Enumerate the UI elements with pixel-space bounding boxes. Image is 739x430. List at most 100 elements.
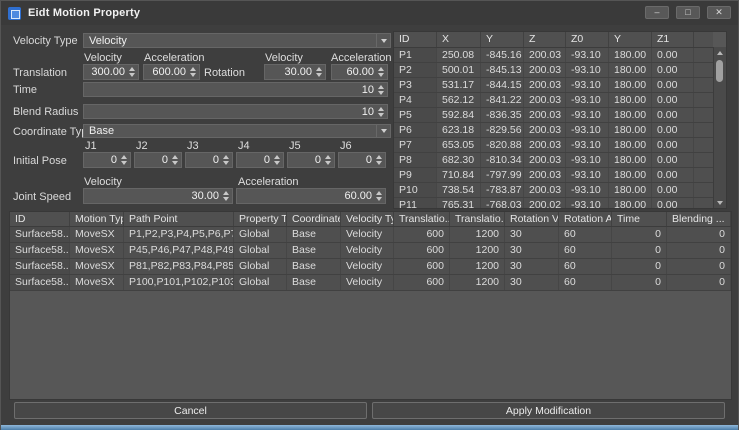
column-header[interactable]: Translatio... (450, 212, 505, 226)
column-header[interactable]: Time (612, 212, 667, 226)
spinner-arrows-icon[interactable] (324, 155, 334, 165)
table-cell: 600 (394, 227, 450, 242)
time-spinner[interactable]: 10 (83, 82, 388, 97)
column-header[interactable]: Path Point (124, 212, 234, 226)
table-row[interactable]: Surface58...MoveSXP1,P2,P3,P4,P5,P6,P7,P… (10, 227, 731, 243)
joint-j2-spinner[interactable]: 0 (134, 152, 182, 168)
velocity-type-select[interactable]: Velocity (83, 33, 391, 48)
table-row[interactable]: P4562.12-841.22200.03-93.10180.000.00 (394, 93, 713, 108)
scroll-up-icon[interactable] (714, 47, 726, 58)
column-header[interactable]: Translatio... (394, 212, 450, 226)
table-row[interactable]: P7653.05-820.88200.03-93.10180.000.00 (394, 138, 713, 153)
joint-speed-label: Joint Speed (13, 191, 71, 203)
joint-j2-value: 0 (135, 154, 171, 166)
coordinate-type-select[interactable]: Base (83, 124, 391, 138)
table-cell: MoveSX (70, 259, 124, 274)
rotation-velocity-spinner[interactable]: 30.00 (264, 64, 326, 80)
coordinate-type-label: Coordinate Type (13, 126, 94, 138)
table-row[interactable]: P5592.84-836.35200.03-93.10180.000.00 (394, 108, 713, 123)
spinner-arrows-icon[interactable] (377, 107, 387, 117)
table-row[interactable]: P2500.01-845.13200.03-93.10180.000.00 (394, 63, 713, 78)
maximize-button[interactable]: □ (676, 6, 700, 19)
joint-j6-spinner[interactable]: 0 (338, 152, 386, 168)
rotation-acceleration-spinner[interactable]: 60.00 (331, 64, 388, 80)
table-row[interactable]: P3531.17-844.15200.03-93.10180.000.00 (394, 78, 713, 93)
table-row[interactable]: P10738.54-783.87200.03-93.10180.000.00 (394, 183, 713, 198)
minimize-button[interactable]: – (645, 6, 669, 19)
spinner-arrows-icon[interactable] (171, 155, 181, 165)
table-row[interactable]: Surface58...MoveSXP45,P46,P47,P48,P49,P.… (10, 243, 731, 259)
column-header[interactable]: Motion Type (70, 212, 124, 226)
footer-actions: Cancel Apply Modification (14, 402, 725, 419)
column-header[interactable]: ID (394, 32, 437, 47)
table-cell: P81,P82,P83,P84,P85,P... (124, 259, 234, 274)
joint-j4-spinner[interactable]: 0 (236, 152, 284, 168)
spinner-arrows-icon[interactable] (128, 67, 138, 77)
joint-j5-spinner[interactable]: 0 (287, 152, 335, 168)
joint-speed-velocity-spinner[interactable]: 30.00 (83, 188, 233, 204)
table-row[interactable]: P8682.30-810.34200.03-93.10180.000.00 (394, 153, 713, 168)
column-header[interactable]: X (437, 32, 481, 47)
table-cell: 0.00 (652, 63, 694, 77)
rotation-velocity-value: 30.00 (265, 66, 315, 78)
velocity-type-label: Velocity Type (13, 35, 78, 47)
table-cell: 30 (505, 259, 559, 274)
spinner-arrows-icon[interactable] (315, 67, 325, 77)
spinner-arrows-icon[interactable] (375, 191, 385, 201)
column-header[interactable]: Y (481, 32, 524, 47)
translation-acceleration-spinner[interactable]: 600.00 (143, 64, 200, 80)
translation-velocity-spinner[interactable]: 300.00 (83, 64, 139, 80)
table-cell: 200.03 (524, 138, 566, 152)
column-header[interactable]: Velocity Ty... (341, 212, 394, 226)
scrollbar-thumb[interactable] (716, 60, 723, 82)
cancel-button[interactable]: Cancel (14, 402, 367, 419)
blend-radius-value: 10 (84, 106, 377, 118)
joint-speed-acceleration-spinner[interactable]: 60.00 (236, 188, 386, 204)
table-cell: -841.22 (481, 93, 524, 107)
vertical-scrollbar[interactable] (713, 47, 726, 208)
column-header[interactable]: Rotation V... (505, 212, 559, 226)
spinner-arrows-icon[interactable] (222, 155, 232, 165)
joint-j3-spinner[interactable]: 0 (185, 152, 233, 168)
spinner-arrows-icon[interactable] (377, 67, 387, 77)
table-cell: 600 (394, 243, 450, 258)
column-header[interactable]: Z0 (566, 32, 609, 47)
joint-j2-label: J2 (136, 140, 148, 152)
table-row[interactable]: Surface58...MoveSXP81,P82,P83,P84,P85,P.… (10, 259, 731, 275)
table-cell: 30 (505, 275, 559, 290)
column-header[interactable]: Z1 (652, 32, 694, 47)
column-header[interactable]: Y (609, 32, 652, 47)
translation-acceleration-value: 600.00 (144, 66, 189, 78)
table-cell: 180.00 (609, 48, 652, 62)
spinner-arrows-icon[interactable] (189, 67, 199, 77)
table-row[interactable]: P1250.08-845.16200.03-93.10180.000.00 (394, 48, 713, 63)
column-header[interactable]: Property T... (234, 212, 287, 226)
table-cell: 0 (612, 243, 667, 258)
table-cell: -93.10 (566, 93, 609, 107)
column-header[interactable]: Rotation A... (559, 212, 612, 226)
table-row[interactable]: P6623.18-829.56200.03-93.10180.000.00 (394, 123, 713, 138)
column-header[interactable]: Coordinate... (287, 212, 341, 226)
table-row[interactable]: Surface58...MoveSXP100,P101,P102,P103,..… (10, 275, 731, 291)
joint-j1-spinner[interactable]: 0 (83, 152, 131, 168)
column-header[interactable]: ID (10, 212, 70, 226)
column-header[interactable]: Z (524, 32, 566, 47)
time-label: Time (13, 84, 37, 96)
spinner-arrows-icon[interactable] (375, 155, 385, 165)
table-cell: P1 (394, 48, 437, 62)
spinner-arrows-icon[interactable] (273, 155, 283, 165)
close-button[interactable]: ✕ (707, 6, 731, 19)
table-cell: -797.99 (481, 168, 524, 182)
column-header[interactable]: Blending ... (667, 212, 731, 226)
spinner-arrows-icon[interactable] (222, 191, 232, 201)
table-row[interactable]: P11765.31-768.03200.02-93.10180.000.00 (394, 198, 713, 209)
joint-speed-velocity-value: 30.00 (84, 190, 222, 202)
table-row[interactable]: P9710.84-797.99200.03-93.10180.000.00 (394, 168, 713, 183)
spinner-arrows-icon[interactable] (377, 85, 387, 95)
apply-modification-button[interactable]: Apply Modification (372, 402, 725, 419)
table-cell: 0.00 (652, 198, 694, 209)
title-bar[interactable]: Eidt Motion Property – □ ✕ (1, 1, 738, 25)
scroll-down-icon[interactable] (714, 197, 726, 208)
blend-radius-spinner[interactable]: 10 (83, 104, 388, 119)
spinner-arrows-icon[interactable] (120, 155, 130, 165)
